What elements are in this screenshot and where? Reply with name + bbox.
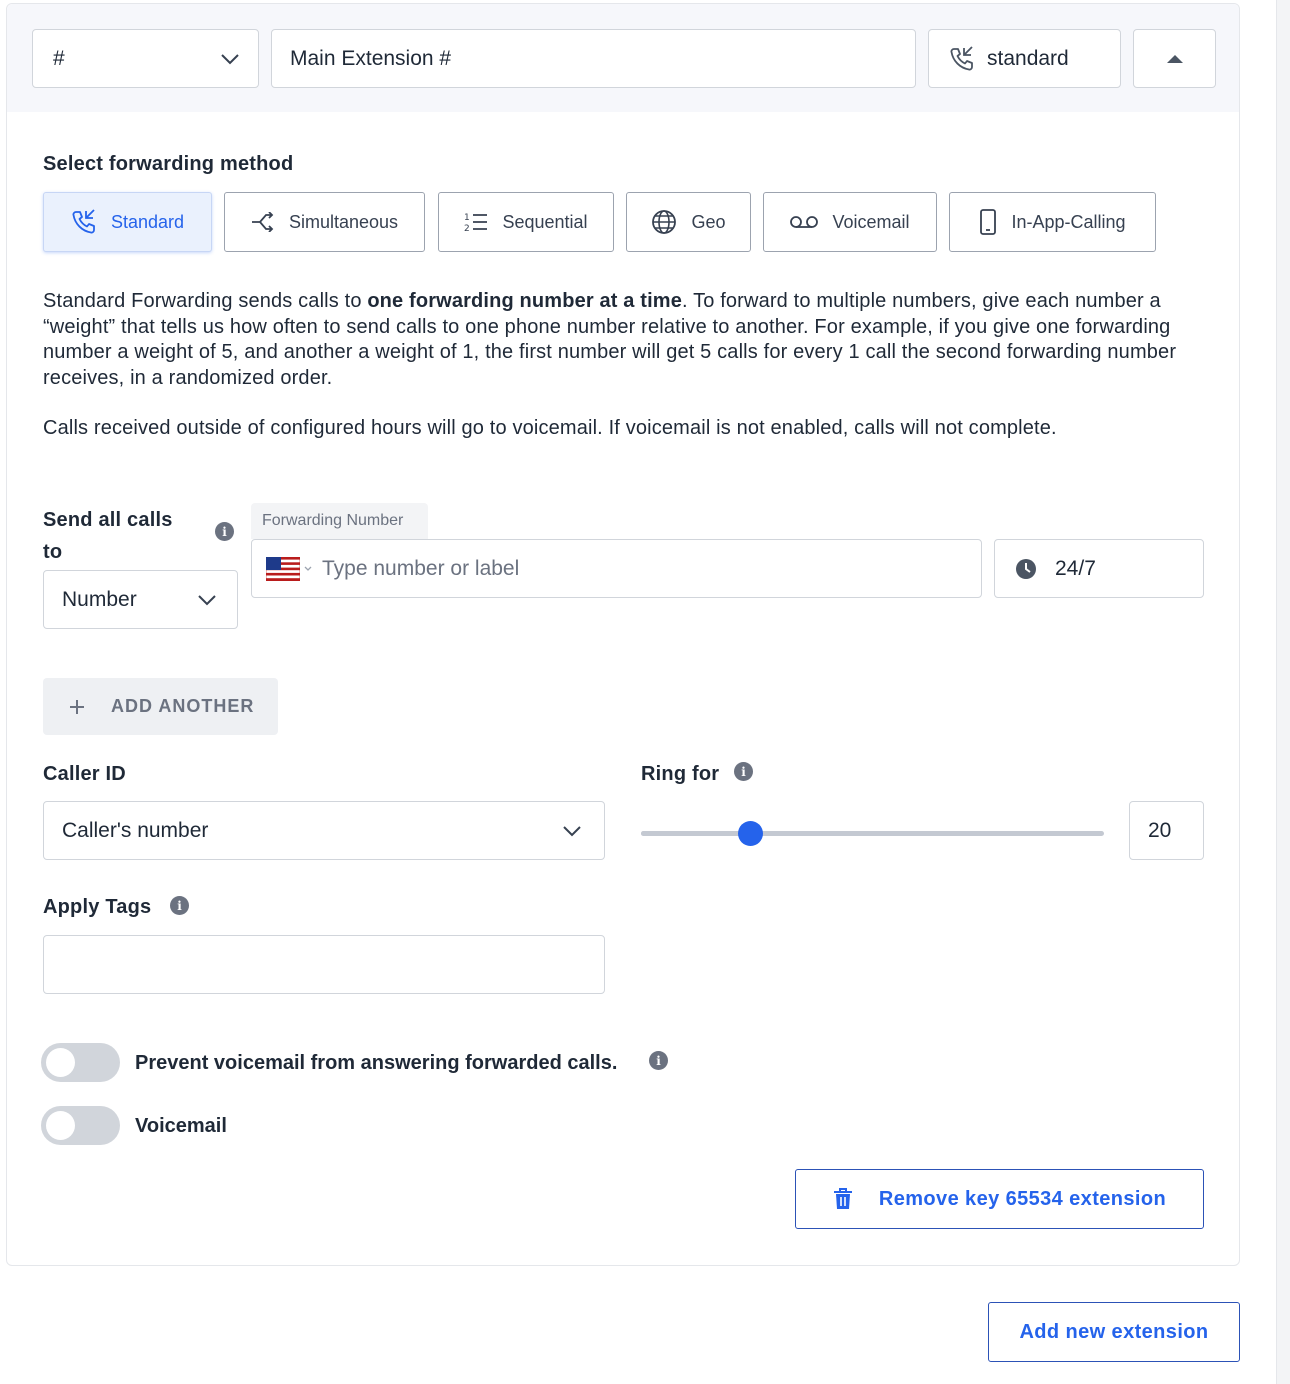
info-icon[interactable]: i bbox=[215, 522, 234, 541]
numbered-list-icon: 12 bbox=[464, 211, 488, 233]
add-new-extension-label: Add new extension bbox=[1019, 1320, 1209, 1343]
schedule-select[interactable]: 24/7 bbox=[994, 539, 1204, 598]
schedule-value: 24/7 bbox=[1055, 556, 1096, 580]
toggle-knob bbox=[46, 1048, 75, 1077]
apply-tags-input[interactable] bbox=[43, 935, 605, 994]
chevron-down-icon bbox=[562, 825, 582, 837]
forwarding-method-heading: Select forwarding method bbox=[43, 153, 294, 175]
info-icon[interactable]: i bbox=[734, 762, 753, 781]
extension-key-value: # bbox=[53, 46, 65, 70]
ring-duration-input[interactable]: 20 bbox=[1129, 801, 1204, 860]
remove-extension-button[interactable]: Remove key 65534 extension bbox=[795, 1169, 1204, 1229]
extension-card: # Main Extension # standard Select forwa… bbox=[6, 3, 1240, 1266]
forwarding-description: Standard Forwarding sends calls to one f… bbox=[43, 289, 1213, 391]
toggle-knob bbox=[46, 1111, 75, 1140]
us-flag-icon[interactable] bbox=[266, 556, 312, 581]
add-another-button[interactable]: ADD ANOTHER bbox=[43, 678, 278, 735]
voicemail-icon bbox=[790, 215, 819, 229]
forwarding-method-summary[interactable]: standard bbox=[928, 29, 1121, 88]
prevent-voicemail-label: Prevent voicemail from answering forward… bbox=[135, 1052, 618, 1074]
forwarding-number-tab: Forwarding Number bbox=[251, 503, 428, 539]
ring-duration-value: 20 bbox=[1148, 818, 1172, 842]
info-icon[interactable]: i bbox=[649, 1051, 668, 1070]
send-calls-label: Send all calls to bbox=[43, 509, 173, 563]
forwarding-number-placeholder: Type number or label bbox=[322, 556, 520, 580]
method-standard-label: Standard bbox=[110, 211, 185, 232]
ring-for-label: Ring for bbox=[641, 763, 720, 785]
caller-id-value: Caller's number bbox=[62, 818, 209, 842]
method-standard-button[interactable]: Standard bbox=[43, 192, 212, 252]
apply-tags-label: Apply Tags bbox=[43, 896, 152, 918]
chevron-down-icon bbox=[220, 53, 240, 65]
hours-note: Calls received outside of configured hou… bbox=[43, 417, 1057, 439]
method-sequential-button[interactable]: 12 Sequential bbox=[438, 192, 614, 252]
prevent-voicemail-toggle[interactable] bbox=[41, 1043, 120, 1082]
caller-id-select[interactable]: Caller's number bbox=[43, 801, 605, 860]
globe-icon bbox=[651, 209, 677, 235]
phone-forward-icon bbox=[71, 209, 97, 235]
method-voicemail-label: Voicemail bbox=[832, 211, 910, 232]
extension-header: # Main Extension # standard bbox=[7, 4, 1239, 112]
add-another-label: ADD ANOTHER bbox=[111, 696, 255, 716]
mobile-phone-icon bbox=[979, 209, 997, 235]
caret-up-icon bbox=[1166, 54, 1184, 64]
method-simultaneous-label: Simultaneous bbox=[288, 211, 399, 232]
description-text: Standard Forwarding sends calls to bbox=[43, 290, 368, 312]
method-simultaneous-button[interactable]: Simultaneous bbox=[224, 192, 425, 252]
info-icon[interactable]: i bbox=[170, 896, 189, 915]
send-calls-target-value: Number bbox=[62, 587, 137, 611]
page-scrollbar[interactable] bbox=[1276, 0, 1290, 1384]
chevron-down-icon bbox=[197, 594, 217, 606]
svg-text:1: 1 bbox=[464, 213, 470, 223]
caller-id-label: Caller ID bbox=[43, 763, 126, 785]
voicemail-label: Voicemail bbox=[135, 1115, 227, 1137]
method-sequential-label: Sequential bbox=[502, 211, 588, 232]
description-emphasis: one forwarding number at a time bbox=[367, 290, 683, 312]
method-in-app-calling-button[interactable]: In-App-Calling bbox=[949, 192, 1156, 252]
method-in-app-calling-label: In-App-Calling bbox=[1011, 211, 1126, 232]
svg-text:2: 2 bbox=[464, 224, 470, 233]
extension-name-input[interactable]: Main Extension # bbox=[271, 29, 916, 88]
extension-key-select[interactable]: # bbox=[32, 29, 259, 88]
collapse-button[interactable] bbox=[1133, 29, 1216, 88]
remove-extension-label: Remove key 65534 extension bbox=[878, 1187, 1167, 1210]
slider-fill bbox=[641, 831, 750, 836]
phone-forward-icon bbox=[949, 45, 975, 72]
trash-icon bbox=[833, 1188, 853, 1210]
method-voicemail-button[interactable]: Voicemail bbox=[763, 192, 937, 252]
slider-thumb[interactable] bbox=[737, 821, 763, 846]
split-arrows-icon bbox=[251, 212, 275, 232]
send-calls-target-select[interactable]: Number bbox=[43, 570, 238, 629]
voicemail-toggle[interactable] bbox=[41, 1106, 120, 1145]
ring-duration-slider[interactable] bbox=[641, 821, 1104, 846]
method-geo-label: Geo bbox=[691, 211, 726, 232]
extension-name-value: Main Extension # bbox=[290, 46, 452, 70]
plus-icon bbox=[69, 699, 85, 715]
forwarding-method-summary-label: standard bbox=[987, 46, 1069, 70]
clock-icon bbox=[1015, 558, 1037, 580]
method-geo-button[interactable]: Geo bbox=[626, 192, 751, 252]
forwarding-number-input[interactable]: Type number or label bbox=[251, 539, 982, 598]
add-new-extension-button[interactable]: Add new extension bbox=[988, 1302, 1240, 1362]
